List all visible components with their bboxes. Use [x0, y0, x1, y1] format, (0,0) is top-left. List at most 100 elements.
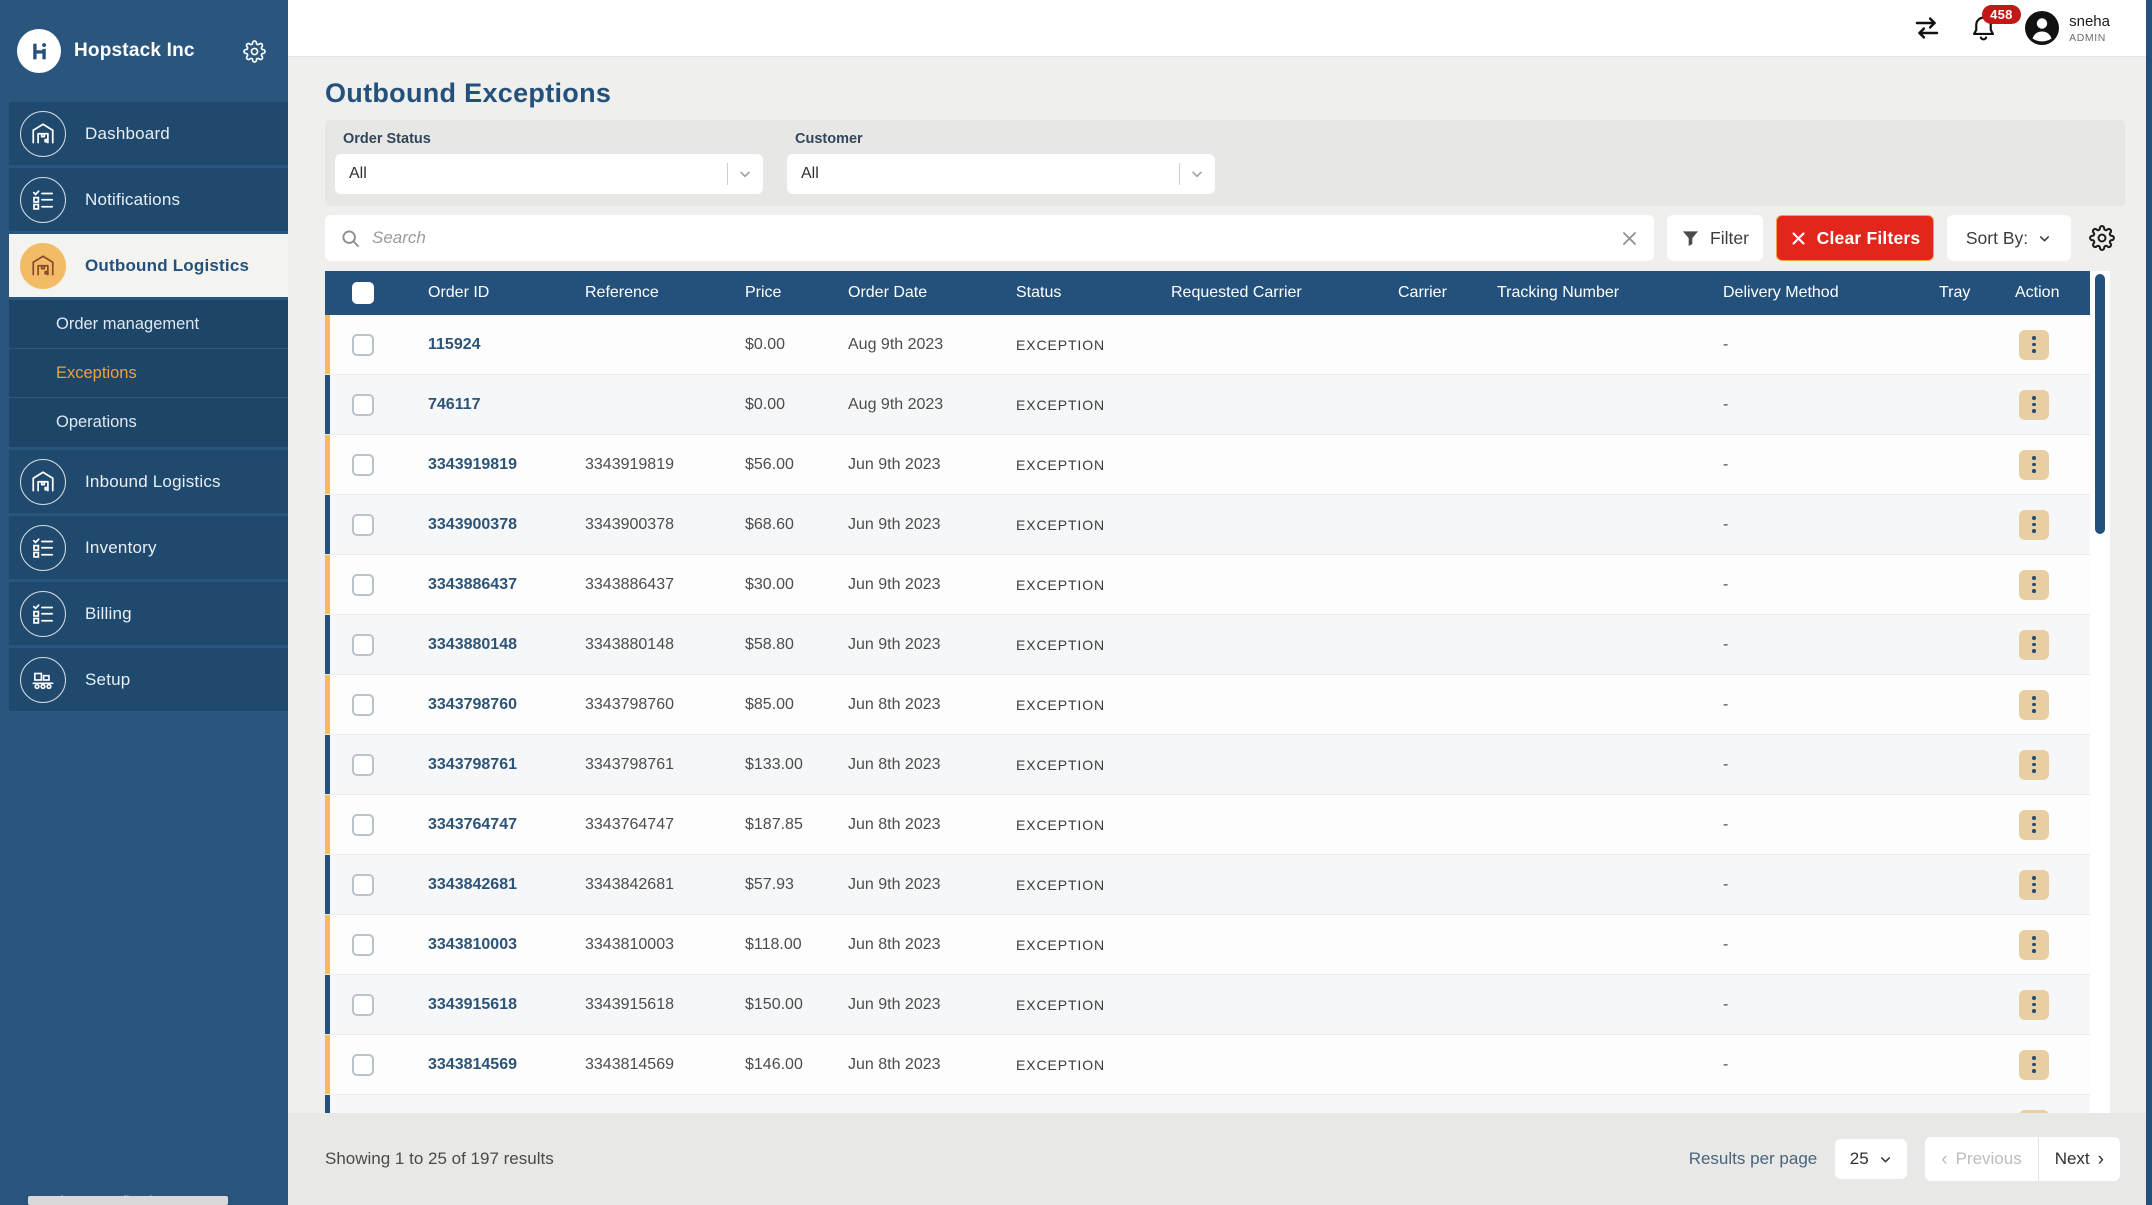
notification-bell[interactable]: 458 — [1969, 14, 1998, 43]
cell-status: EXCEPTION — [1016, 877, 1171, 893]
clear-filters-button[interactable]: Clear Filters — [1776, 215, 1934, 261]
kebab-menu-icon[interactable] — [2019, 450, 2049, 480]
select-all-checkbox[interactable] — [352, 282, 374, 304]
kebab-menu-icon[interactable] — [2019, 810, 2049, 840]
order-id-link[interactable]: 3343842681 — [428, 876, 585, 894]
order-id-link[interactable]: 3343798761 — [428, 756, 585, 774]
order-id-link[interactable]: 3343764747 — [428, 816, 585, 834]
sidebar-item-notifications[interactable]: Notifications — [9, 168, 288, 231]
row-checkbox[interactable] — [352, 754, 374, 776]
column-header-order-date: Order Date — [848, 284, 1016, 302]
row-checkbox[interactable] — [352, 814, 374, 836]
sidebar: Hopstack Inc DashboardNotificationsOutbo… — [0, 0, 288, 1205]
sidebar-gear-icon[interactable] — [243, 40, 266, 63]
cell-delivery-method: - — [1723, 756, 1939, 774]
order-id-link[interactable]: 3343900378 — [428, 516, 585, 534]
table-row: 33438581673343858167$50.96Jun 9th 2023EX… — [325, 1095, 2110, 1113]
table-settings-gear-icon[interactable] — [2089, 225, 2115, 251]
sidebar-item-billing[interactable]: Billing — [9, 582, 288, 645]
customer-select[interactable]: All — [787, 154, 1215, 194]
table-row: 33438426813343842681$57.93Jun 9th 2023EX… — [325, 855, 2110, 915]
cell-status: EXCEPTION — [1016, 577, 1171, 593]
table-scrollbar-thumb[interactable] — [2095, 274, 2105, 534]
kebab-menu-icon[interactable] — [2019, 750, 2049, 780]
cell-price: $58.80 — [745, 636, 848, 654]
row-checkbox[interactable] — [352, 874, 374, 896]
order-id-link[interactable]: 3343810003 — [428, 936, 585, 954]
table-row: 33438801483343880148$58.80Jun 9th 2023EX… — [325, 615, 2110, 675]
order-status-select[interactable]: All — [335, 154, 763, 194]
order-id-link[interactable]: 3343814569 — [428, 1056, 585, 1074]
cell-reference: 3343880148 — [585, 636, 745, 654]
cell-price: $56.00 — [745, 456, 848, 474]
cell-reference: 3343814569 — [585, 1056, 745, 1074]
order-id-link[interactable]: 3343915618 — [428, 996, 585, 1014]
clear-search-icon[interactable] — [1620, 229, 1639, 248]
cell-status: EXCEPTION — [1016, 517, 1171, 533]
kebab-menu-icon[interactable] — [2019, 870, 2049, 900]
order-id-link[interactable]: 3343798760 — [428, 696, 585, 714]
kebab-menu-icon[interactable] — [2019, 1110, 2049, 1114]
row-checkbox[interactable] — [352, 394, 374, 416]
sidebar-item-outbound-logistics[interactable]: Outbound Logistics — [9, 234, 288, 297]
filter-button[interactable]: Filter — [1667, 215, 1763, 261]
order-id-link[interactable]: 115924 — [428, 336, 585, 354]
sidebar-subitem-order-management[interactable]: Order management — [9, 300, 288, 349]
cell-reference: 3343810003 — [585, 936, 745, 954]
row-checkbox[interactable] — [352, 454, 374, 476]
cell-order-date: Jun 8th 2023 — [848, 696, 1016, 714]
kebab-menu-icon[interactable] — [2019, 510, 2049, 540]
hopstack-logo — [17, 29, 61, 73]
sidebar-item-label: Billing — [85, 604, 132, 624]
transfer-arrows-icon[interactable] — [1911, 13, 1943, 43]
kebab-menu-icon[interactable] — [2019, 570, 2049, 600]
kebab-menu-icon[interactable] — [2019, 990, 2049, 1020]
row-checkbox[interactable] — [352, 334, 374, 356]
kebab-menu-icon[interactable] — [2019, 330, 2049, 360]
warehouse-icon — [20, 459, 66, 505]
notification-count-badge: 458 — [1982, 5, 2021, 24]
row-checkbox[interactable] — [352, 574, 374, 596]
table-row: 33439198193343919819$56.00Jun 9th 2023EX… — [325, 435, 2110, 495]
table-scrollbar[interactable] — [2090, 271, 2110, 1113]
sidebar-item-inbound-logistics[interactable]: Inbound Logistics — [9, 450, 288, 513]
user-menu[interactable]: sneha ADMIN — [2024, 10, 2110, 46]
sidebar-item-label: Inbound Logistics — [85, 472, 221, 492]
sidebar-item-dashboard[interactable]: Dashboard — [9, 102, 288, 165]
sidebar-item-setup[interactable]: Setup — [9, 648, 288, 711]
cell-delivery-method: - — [1723, 1056, 1939, 1074]
page-scrollbar[interactable] — [2146, 0, 2152, 1205]
column-header-action: Action — [2015, 284, 2090, 302]
kebab-menu-icon[interactable] — [2019, 630, 2049, 660]
row-checkbox[interactable] — [352, 514, 374, 536]
sidebar-subitem-exceptions[interactable]: Exceptions — [9, 349, 288, 398]
page-content: Outbound Exceptions Order Status All Cus… — [288, 57, 2152, 1113]
row-checkbox[interactable] — [352, 934, 374, 956]
kebab-menu-icon[interactable] — [2019, 930, 2049, 960]
cell-delivery-method: - — [1723, 456, 1939, 474]
row-checkbox[interactable] — [352, 634, 374, 656]
cell-reference: 3343900378 — [585, 516, 745, 534]
previous-page-button[interactable]: ‹Previous — [1925, 1137, 2038, 1181]
order-status-label: Order Status — [343, 131, 763, 147]
sidebar-item-inventory[interactable]: Inventory — [9, 516, 288, 579]
row-checkbox[interactable] — [352, 994, 374, 1016]
kebab-menu-icon[interactable] — [2019, 1050, 2049, 1080]
order-id-link[interactable]: 746117 — [428, 396, 585, 414]
sort-by-button[interactable]: Sort By: — [1947, 215, 2071, 261]
warehouse-icon — [20, 111, 66, 157]
next-page-button[interactable]: Next› — [2039, 1137, 2120, 1181]
page-size-select[interactable]: 25 — [1835, 1139, 1907, 1179]
sidebar-horizontal-scrollbar[interactable] — [28, 1196, 228, 1205]
order-id-link[interactable]: 3343880148 — [428, 636, 585, 654]
row-checkbox[interactable] — [352, 694, 374, 716]
order-id-link[interactable]: 3343886437 — [428, 576, 585, 594]
row-checkbox[interactable] — [352, 1054, 374, 1076]
cell-order-date: Jun 9th 2023 — [848, 636, 1016, 654]
search-input[interactable] — [372, 228, 1609, 248]
filter-panel: Order Status All Customer All — [325, 120, 2125, 206]
order-id-link[interactable]: 3343919819 — [428, 456, 585, 474]
sidebar-subitem-operations[interactable]: Operations — [9, 398, 288, 447]
kebab-menu-icon[interactable] — [2019, 690, 2049, 720]
kebab-menu-icon[interactable] — [2019, 390, 2049, 420]
